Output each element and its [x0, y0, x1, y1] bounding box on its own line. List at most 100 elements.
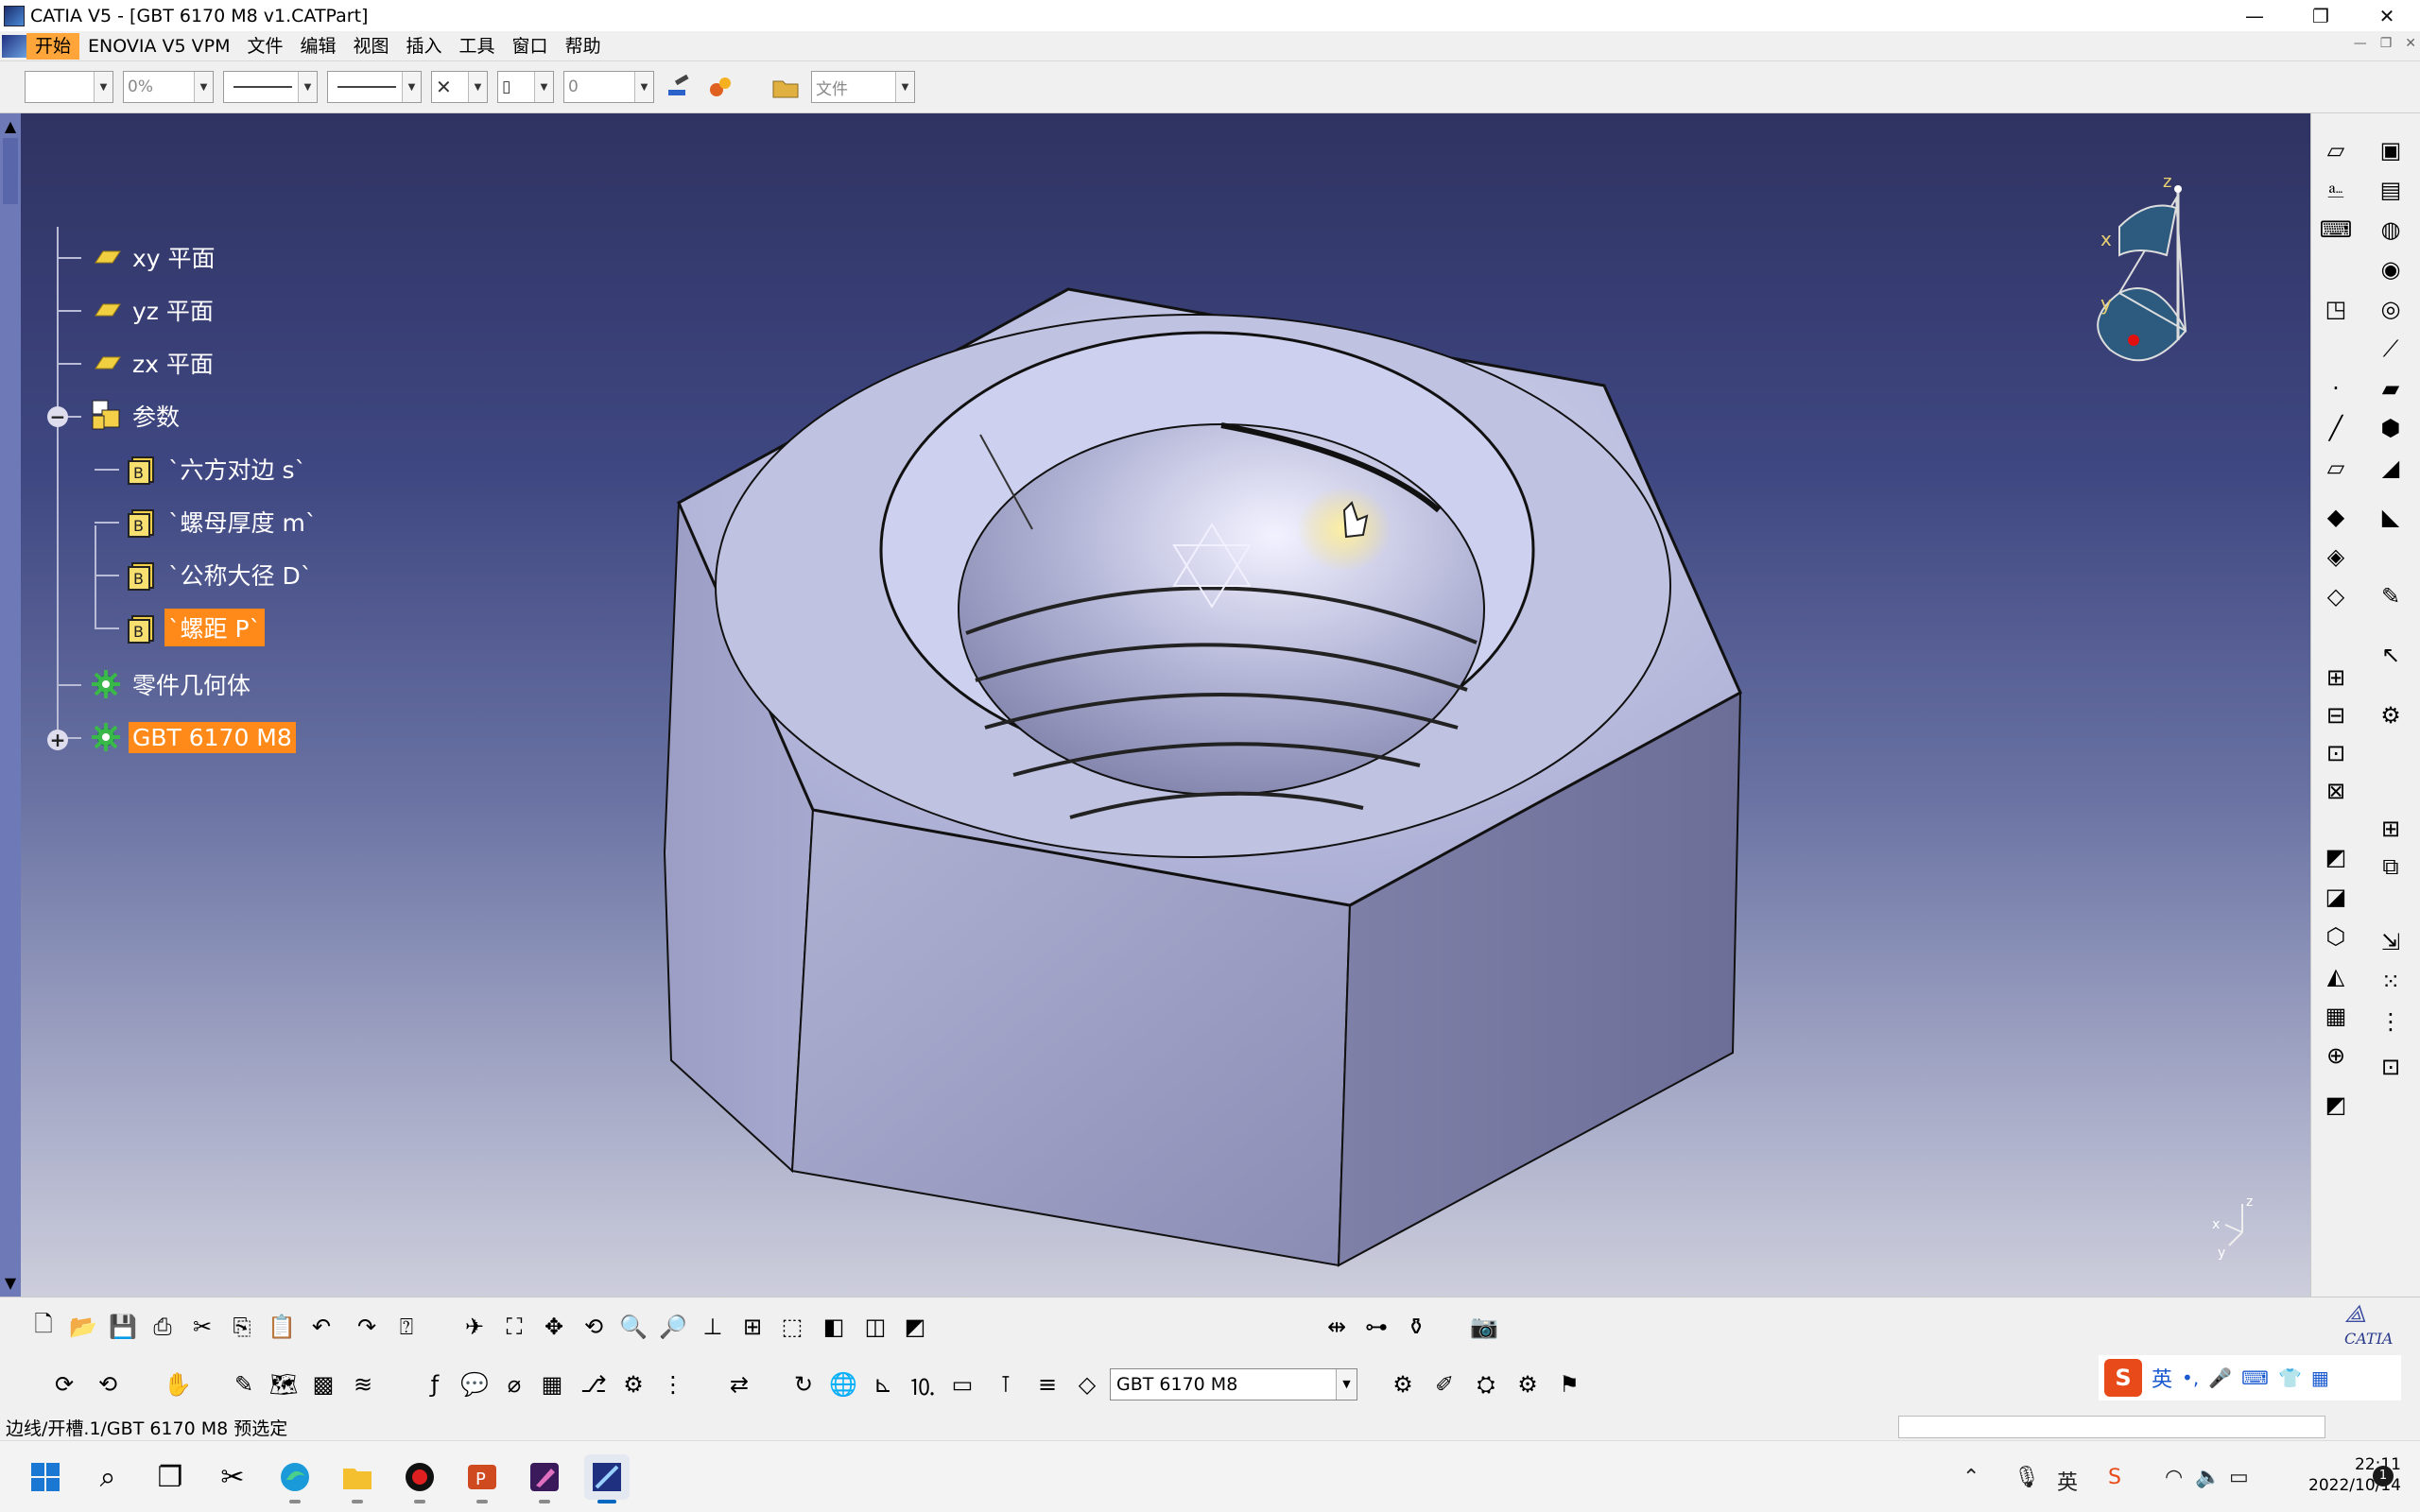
collapse-toggle[interactable]: −	[47, 406, 68, 427]
wifi-icon[interactable]: ◠	[2165, 1466, 2183, 1489]
tree-item-yz-plane[interactable]: yz 平面	[89, 291, 217, 329]
dress-up-icon[interactable]: ⛭	[1469, 1367, 1503, 1401]
layers-icon[interactable]: ≋	[346, 1367, 380, 1401]
ime-menu-icon[interactable]: ▦	[2311, 1366, 2329, 1389]
manual-update-icon[interactable]: ⟲	[91, 1367, 125, 1401]
scroll-thumb[interactable]	[3, 138, 18, 204]
fly-mode-icon[interactable]: ✈	[458, 1310, 492, 1344]
search-icon[interactable]: ⌕	[85, 1454, 130, 1500]
select-arrow-icon[interactable]: ↖	[2374, 639, 2408, 671]
color-dropdown[interactable]: ▼	[25, 71, 113, 103]
render-style-dropdown[interactable]: ▯ ▼	[497, 71, 554, 103]
copy-icon[interactable]: ⎘	[225, 1310, 259, 1344]
axis-system-icon[interactable]: ⊕	[2319, 1040, 2353, 1072]
scroll-up-arrow[interactable]: ▲	[3, 117, 18, 136]
catalog-browser-icon[interactable]: ⚙	[616, 1367, 650, 1401]
line-type-dropdown[interactable]: ▼	[327, 71, 422, 103]
sketch-icon[interactable]: ✎	[2374, 580, 2408, 612]
print-icon[interactable]: ⎙	[146, 1310, 180, 1344]
editor-app-icon[interactable]	[522, 1454, 567, 1503]
plane-select-icon[interactable]: ◇	[1070, 1367, 1104, 1401]
snipping-tool-icon[interactable]: ✂	[210, 1454, 255, 1500]
open-folder-icon[interactable]	[769, 71, 802, 103]
settings-gear-icon[interactable]: ⚙	[2374, 699, 2408, 731]
assemble-icon[interactable]: ⊟	[2319, 699, 2353, 731]
menu-view[interactable]: 视图	[345, 33, 398, 60]
tree-item-gbt-6170-m8[interactable]: GBT 6170 M8	[89, 718, 296, 756]
save-icon[interactable]: 💾	[106, 1310, 140, 1344]
menu-insert[interactable]: 插入	[398, 33, 451, 60]
update-icon[interactable]: ⟳	[47, 1367, 81, 1401]
pattern-icon[interactable]: ⊞	[2374, 813, 2408, 845]
compass-widget[interactable]: x y z	[2006, 142, 2233, 369]
current-part-dropdown[interactable]: GBT 6170 M8 ▼	[1110, 1368, 1357, 1400]
point-icon[interactable]: ·	[2319, 372, 2353, 404]
properties-painter-icon[interactable]	[705, 71, 737, 103]
ime-tray-icon[interactable]: 英	[2057, 1466, 2078, 1496]
shaft-icon[interactable]: ◍	[2374, 214, 2408, 246]
menu-enovia[interactable]: ENOVIA V5 VPM	[79, 33, 238, 60]
texture-icon[interactable]: ▩	[306, 1367, 340, 1401]
tree-item-nominal-diameter[interactable]: B `公称大径 D`	[125, 556, 316, 593]
list-icon[interactable]: ≡	[1030, 1367, 1064, 1401]
menu-file[interactable]: 文件	[238, 33, 291, 60]
scan-icon[interactable]: ⇄	[722, 1367, 756, 1401]
boolean-icon[interactable]: ⊞	[2319, 662, 2353, 694]
point-symbol-dropdown[interactable]: ✕ ▼	[431, 71, 488, 103]
notification-badge[interactable]: 1	[2373, 1466, 2394, 1486]
capture-camera-icon[interactable]: 📷	[1467, 1310, 1501, 1344]
screen-recorder-icon[interactable]	[397, 1454, 442, 1503]
fit-all-icon[interactable]: ⛶	[497, 1310, 531, 1344]
measure-item-icon[interactable]: ⊶	[1359, 1310, 1393, 1344]
tree-item-zx-plane[interactable]: zx 平面	[89, 344, 217, 382]
menu-tools[interactable]: 工具	[451, 33, 504, 60]
knowledge-icon[interactable]: ⚑	[1552, 1367, 1586, 1401]
shirt-skin-icon[interactable]: 👕	[2278, 1366, 2302, 1389]
tree-item-hex-across-flats[interactable]: B `六方对边 s`	[125, 450, 310, 488]
tree-scrollbar[interactable]: ▲ ▼	[0, 113, 21, 1297]
chamfer-icon[interactable]: ◣	[2374, 501, 2408, 533]
hide-show-icon[interactable]: ◫	[858, 1310, 892, 1344]
redo-icon[interactable]: ↷	[350, 1310, 384, 1344]
pocket-icon[interactable]: ▤	[2374, 174, 2408, 206]
microphone-tray-icon[interactable]: 🎙	[2014, 1466, 2040, 1489]
plane-tool-icon[interactable]: ▱	[2319, 452, 2353, 484]
sogou-ime-icon[interactable]: S	[2104, 1359, 2142, 1397]
open-file-dropdown[interactable]: 文件 ▼	[811, 71, 915, 103]
doc-restore-button[interactable]: ❐	[2380, 36, 2393, 51]
sketch-workbench-icon[interactable]: ✐	[1427, 1367, 1461, 1401]
shading-icon[interactable]: ◧	[817, 1310, 851, 1344]
power-input-field[interactable]	[1898, 1416, 2325, 1438]
powerpoint-icon[interactable]: P	[459, 1454, 505, 1503]
snap-icon[interactable]: ▭	[945, 1367, 979, 1401]
remove-body-icon[interactable]: ⊠	[2319, 775, 2353, 807]
swap-visible-icon[interactable]: ◩	[898, 1310, 932, 1344]
grid-pattern-icon[interactable]: ⋮	[2374, 1005, 2408, 1038]
3d-viewport[interactable]: xy 平面 yz 平面 zx 平面 − 参数 B `六方对边 s` B `螺母厚…	[21, 113, 2310, 1297]
catia-menu-logo[interactable]	[2, 34, 26, 58]
rotate-icon[interactable]: ⟲	[577, 1310, 611, 1344]
minimize-button[interactable]: —	[2221, 0, 2288, 31]
hand-tool-icon[interactable]: ✋	[161, 1367, 195, 1401]
formula-fx-icon[interactable]: ƒ	[418, 1367, 452, 1401]
new-file-icon[interactable]: 🗋	[26, 1310, 60, 1344]
menu-window[interactable]: 窗口	[504, 33, 557, 60]
show-hidden-icons[interactable]: ⌃	[1962, 1466, 1979, 1489]
menu-help[interactable]: 帮助	[557, 33, 610, 60]
battery-icon[interactable]: ▭	[2229, 1466, 2249, 1489]
open-folder-icon[interactable]: 📂	[66, 1310, 100, 1344]
parametrics-icon[interactable]: ⋮	[656, 1367, 690, 1401]
scroll-down-arrow[interactable]: ▼	[3, 1274, 18, 1293]
maximize-button[interactable]: ❐	[2288, 0, 2354, 31]
design-table-icon[interactable]: ▦	[535, 1367, 569, 1401]
zoom-in-icon[interactable]: 🔍	[616, 1310, 650, 1344]
menu-start[interactable]: 开始	[26, 32, 80, 60]
measure-between-icon[interactable]: ⇹	[1320, 1310, 1354, 1344]
transparency-dropdown[interactable]: 0% ▼	[123, 71, 214, 103]
whats-this-help-icon[interactable]: ⍰	[389, 1310, 424, 1344]
keyboard-icon[interactable]: ⌨	[2241, 1366, 2269, 1389]
tree-item-parameters[interactable]: 参数	[89, 397, 183, 435]
compass-globe-icon[interactable]: 🌐	[826, 1367, 860, 1401]
rotate-view-icon[interactable]: ↻	[786, 1367, 821, 1401]
layer-dropdown[interactable]: 0 ▼	[563, 71, 654, 103]
